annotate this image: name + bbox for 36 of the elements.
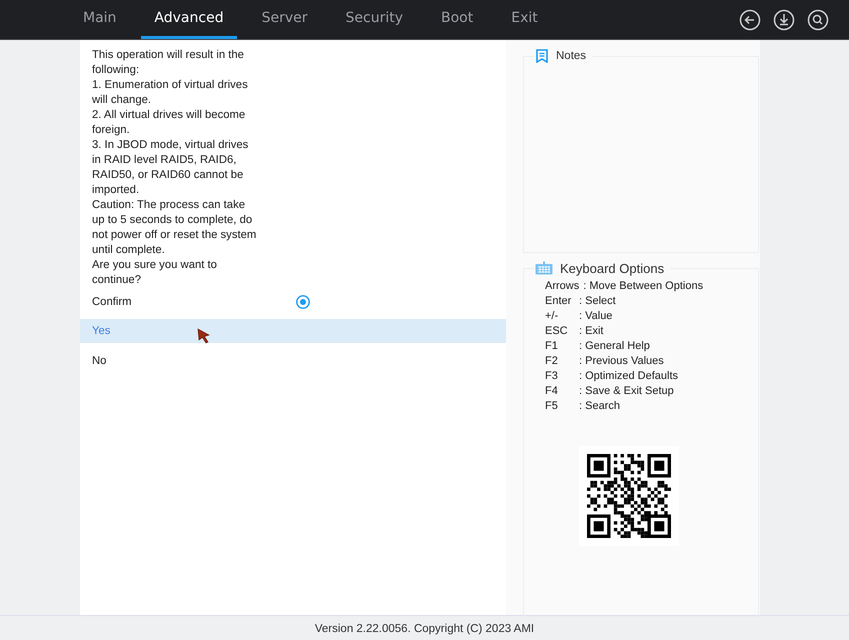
key-action: : Optimized Defaults: [579, 369, 678, 384]
back-icon[interactable]: [739, 8, 761, 30]
panel-title: Keyboard Options: [560, 260, 664, 276]
menu-tab[interactable]: Server: [248, 0, 320, 39]
key-name: +/-: [545, 309, 560, 324]
key-action: : Previous Values: [579, 354, 664, 369]
key-name: F1: [545, 339, 559, 354]
warning-message: This operation will result in the following: 1. Enumeration of virtual drives will change. 2. All virtual drives will become foreign. 3. In JBOD mode, virtual drives in RAID level RAID5, RAID6, RAID50, or RAID60 cannot be imported. Caution: The process can take up to 5 seconds to complete, do not power off or reset the system until complete. Are you sure you want to continue?: [92, 48, 258, 288]
key-action: : Move Between Options: [583, 279, 704, 294]
key-name: F3: [545, 369, 559, 384]
note-icon: [535, 49, 549, 63]
key-action: : Search: [579, 399, 620, 414]
mouse-cursor-icon: [197, 328, 211, 344]
setting-label: Confirm: [92, 296, 132, 308]
key-action: : General Help: [579, 339, 650, 354]
menu-tab[interactable]: Boot: [428, 0, 486, 39]
key-name: ESC: [545, 324, 569, 339]
key-action: : Value: [579, 309, 612, 324]
menu-tab[interactable]: Main: [70, 0, 130, 39]
menu-tab[interactable]: Security: [332, 0, 416, 39]
menu-tab[interactable]: Exit: [498, 0, 551, 39]
key-name: F2: [545, 354, 559, 369]
key-name: Enter: [545, 294, 572, 309]
panel-title: Notes: [556, 50, 586, 62]
search-icon[interactable]: [807, 8, 829, 30]
key-action: : Select: [579, 294, 616, 309]
version-text: Version 2.22.0056. Copyright (C) 2023 AMI: [314, 622, 534, 634]
key-name: Arrows: [545, 279, 580, 294]
radio-button[interactable]: [296, 294, 310, 308]
option-item[interactable]: Yes: [80, 319, 506, 343]
key-name: F5: [545, 399, 559, 414]
key-action: : Save & Exit Setup: [579, 384, 674, 399]
download-icon[interactable]: [773, 8, 795, 30]
key-action: : Exit: [579, 324, 604, 339]
option-item[interactable]: No: [80, 349, 506, 373]
key-name: F4: [545, 384, 559, 399]
